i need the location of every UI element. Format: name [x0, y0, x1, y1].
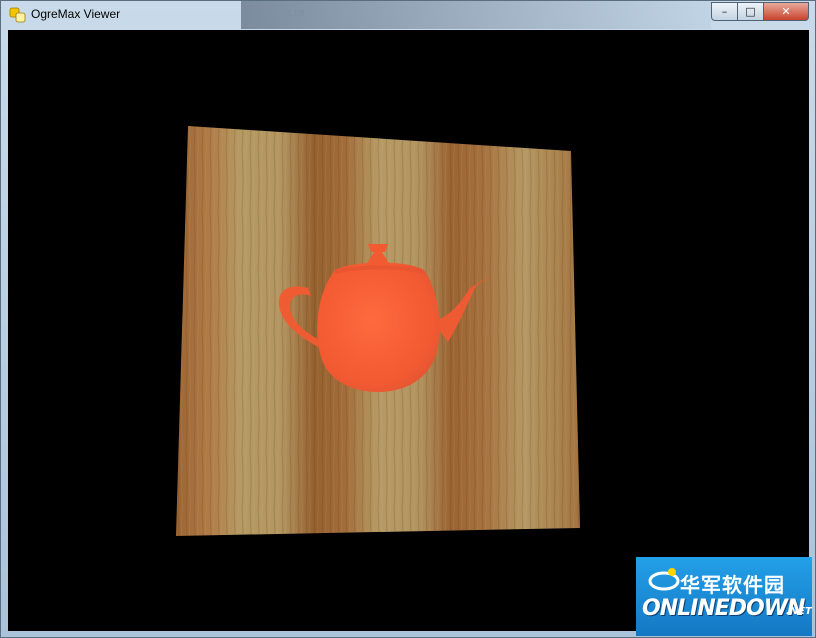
watermark-chinese-text: 华军软件园 — [680, 573, 785, 597]
minimize-icon: – — [721, 5, 728, 18]
watermark-logo-icon — [648, 568, 680, 591]
watermark-suffix-text: .NET — [786, 606, 812, 617]
background-window-text: 1.08 — [287, 8, 305, 18]
3d-viewport[interactable] — [8, 30, 809, 631]
title-bar-glass — [241, 1, 711, 29]
ogremax-viewer-window: OgreMax Viewer 1.08 – □ ✕ — [0, 0, 816, 638]
close-icon: ✕ — [781, 5, 791, 18]
title-bar[interactable]: OgreMax Viewer 1.08 – □ ✕ — [1, 1, 815, 29]
ogremax-app-icon — [9, 7, 26, 23]
watermark-brand-text: ONLINEDOWN — [642, 596, 805, 621]
close-button[interactable]: ✕ — [764, 2, 809, 21]
scene-render — [176, 126, 580, 536]
window-title: OgreMax Viewer — [31, 7, 121, 21]
minimize-button[interactable]: – — [711, 2, 738, 21]
onlinedown-watermark: 华军软件园 ONLINEDOWN .NET — [636, 557, 812, 636]
maximize-icon: □ — [745, 5, 756, 18]
maximize-button[interactable]: □ — [738, 2, 764, 21]
window-controls: – □ ✕ — [711, 2, 809, 21]
